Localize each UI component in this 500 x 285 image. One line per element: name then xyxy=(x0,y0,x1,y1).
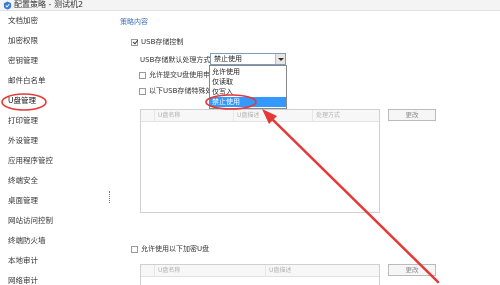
table-header-checkbox[interactable] xyxy=(141,265,153,277)
sidebar-item-network-audit[interactable]: 网络审计 xyxy=(0,271,112,285)
sidebar-item-local-audit[interactable]: 本地审计 xyxy=(0,251,112,271)
allow-encrypted-row[interactable]: 允许使用以下加密U盘 xyxy=(131,244,209,254)
usb-control-row[interactable]: USB存储控制 xyxy=(131,37,183,47)
option-read-only[interactable]: 仅读取 xyxy=(210,77,286,87)
special-usb-table: U盘名称 U盘描述 处理方式 xyxy=(140,109,380,213)
sidebar-item-desktop-management[interactable]: 桌面管理 xyxy=(0,191,112,211)
allow-submit-row[interactable]: 允许提交U盘使用申 xyxy=(139,70,210,80)
allow-submit-checkbox[interactable] xyxy=(139,71,146,79)
sidebar-item-mail-whitelist[interactable]: 邮件白名单 xyxy=(0,71,112,91)
usb-control-checkbox[interactable] xyxy=(131,38,138,46)
option-allow[interactable]: 允许使用 xyxy=(210,67,286,77)
table-header-usb-name[interactable]: U盘名称 xyxy=(154,110,232,122)
edit-button-bottom[interactable]: 更改 xyxy=(388,264,436,276)
sidebar-item-doc-encrypt[interactable]: 文档加密 xyxy=(0,11,112,31)
table-header-usb-desc[interactable]: U盘描述 xyxy=(233,110,311,122)
default-mode-label: USB存储默认处理方式 xyxy=(140,56,211,64)
window-title: 配置策略 - 测试机2 xyxy=(14,0,84,9)
table-header-handling[interactable]: 处理方式 xyxy=(312,110,380,122)
sidebar-item-usb-management[interactable]: U盘管理 xyxy=(0,91,112,111)
sidebar-item-endpoint-security[interactable]: 终端安全 xyxy=(0,171,112,191)
table-header: U盘名称 U盘描述 处理方式 xyxy=(141,110,379,122)
special-handling-row[interactable]: 以下USB存储特殊处 xyxy=(139,86,212,96)
table-header: U盘名称 U盘描述 xyxy=(141,265,379,277)
title-bar: 配置策略 - 测试机2 xyxy=(0,0,500,11)
special-handling-label: 以下USB存储特殊处 xyxy=(149,87,213,95)
section-title: 策略内容 xyxy=(120,18,148,26)
allow-submit-label: 允许提交U盘使用申 xyxy=(149,71,211,79)
default-mode-dropdown: 允许使用 仅读取 仅写入 禁止使用 xyxy=(209,65,287,109)
panel-splitter-handle[interactable] xyxy=(109,191,111,203)
edit-button-top[interactable]: 更改 xyxy=(388,109,436,121)
table-header-usb-name[interactable]: U盘名称 xyxy=(154,265,264,277)
sidebar-item-app-control[interactable]: 应用程序管控 xyxy=(0,151,112,171)
allow-encrypted-label: 允许使用以下加密U盘 xyxy=(141,245,210,253)
table-header-usb-desc[interactable]: U盘描述 xyxy=(265,265,380,277)
encrypted-usb-table: U盘名称 U盘描述 xyxy=(140,264,380,285)
special-handling-checkbox[interactable] xyxy=(139,87,146,95)
default-mode-select[interactable]: 禁止使用 xyxy=(210,53,286,65)
sidebar-item-key-management[interactable]: 密钥管理 xyxy=(0,51,112,71)
option-write-only[interactable]: 仅写入 xyxy=(210,87,286,97)
app-icon xyxy=(3,1,12,10)
sidebar-item-print-management[interactable]: 打印管理 xyxy=(0,111,112,131)
select-value: 禁止使用 xyxy=(214,55,242,63)
sidebar-item-website-access[interactable]: 网站访问控制 xyxy=(0,211,112,231)
allow-encrypted-checkbox[interactable] xyxy=(131,245,138,253)
chevron-down-icon[interactable] xyxy=(275,54,285,64)
option-disable[interactable]: 禁止使用 xyxy=(210,97,286,107)
sidebar: 文档加密 加密权限 密钥管理 邮件白名单 U盘管理 打印管理 外设管理 应用程序… xyxy=(0,11,112,285)
sidebar-item-encrypt-permission[interactable]: 加密权限 xyxy=(0,31,112,51)
sidebar-item-peripheral-management[interactable]: 外设管理 xyxy=(0,131,112,151)
sidebar-item-firewall[interactable]: 终端防火墙 xyxy=(0,231,112,251)
policy-content-panel: 策略内容 USB存储控制 USB存储默认处理方式 禁止使用 允许提交U盘使用申 … xyxy=(112,11,500,285)
table-header-checkbox[interactable] xyxy=(141,110,153,122)
usb-control-label: USB存储控制 xyxy=(141,38,184,46)
